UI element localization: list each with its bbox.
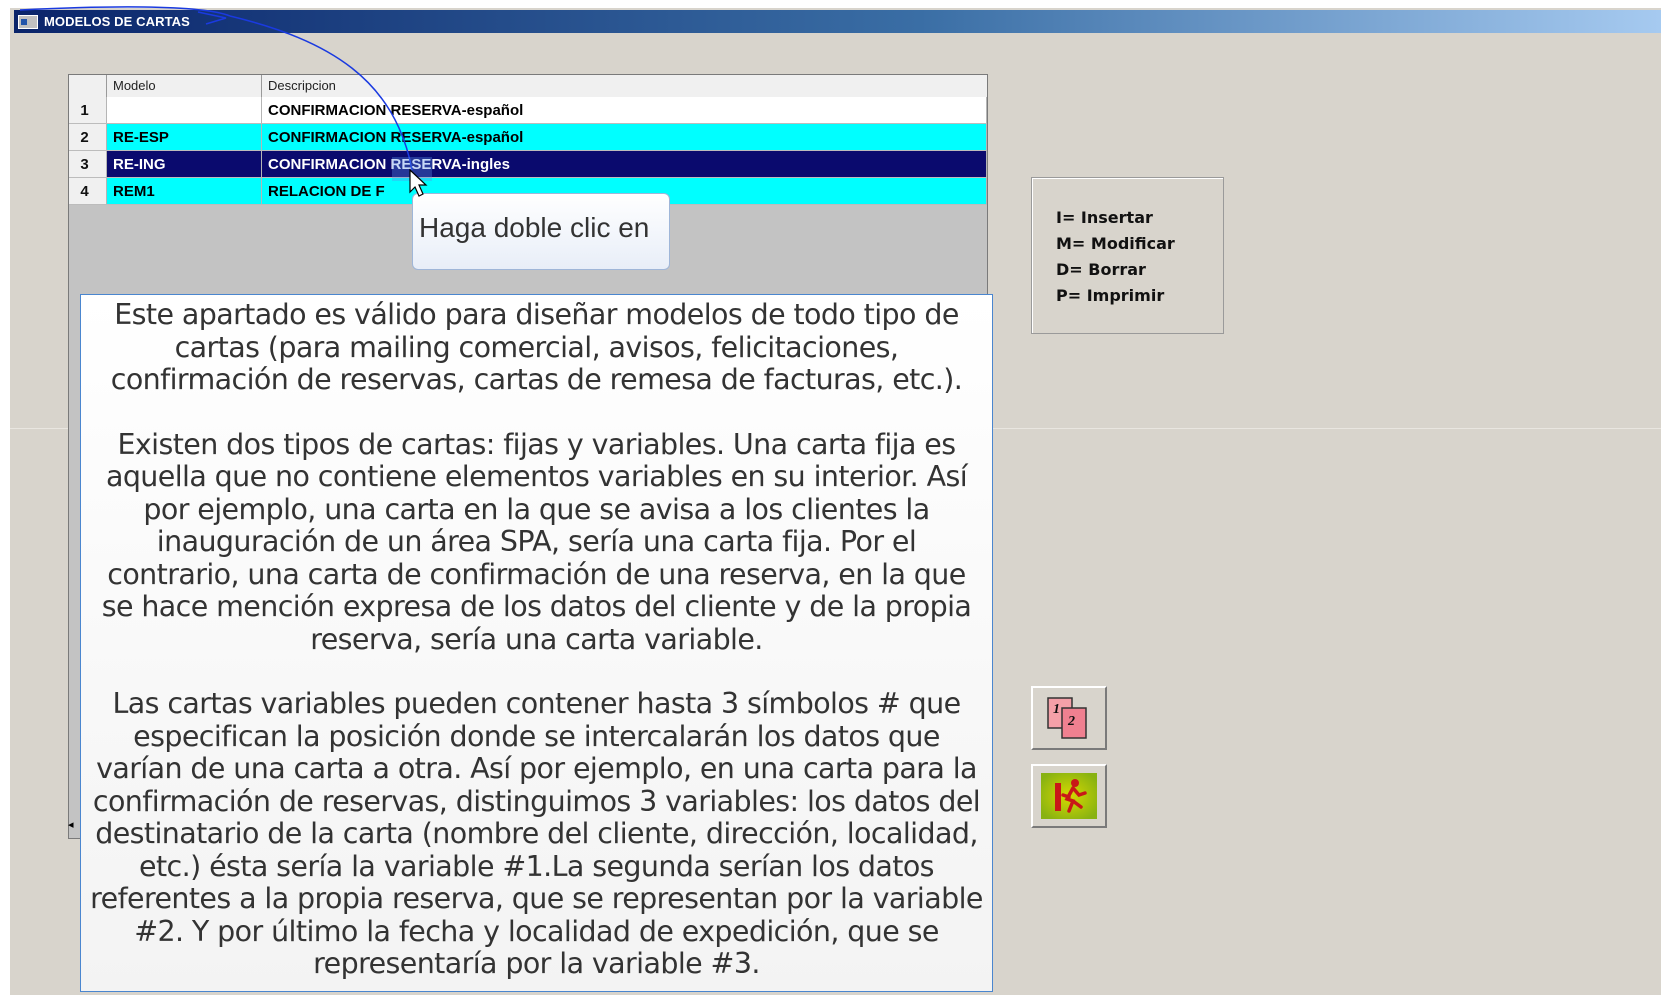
- cell-modelo[interactable]: RE-ESP: [107, 124, 262, 150]
- cell-descripcion[interactable]: CONFIRMACION RESERVA-ingles: [262, 151, 987, 177]
- column-header-descripcion[interactable]: Descripcion: [262, 75, 987, 97]
- legend-modify: M= Modificar: [1056, 234, 1175, 253]
- column-header-modelo[interactable]: Modelo: [107, 75, 262, 97]
- row-number: 2: [69, 124, 107, 150]
- table-row-selected[interactable]: 3 RE-ING CONFIRMACION RESERVA-ingles: [69, 151, 987, 178]
- pages-button[interactable]: 1 2: [1031, 686, 1107, 750]
- cell-modelo[interactable]: REM1: [107, 178, 262, 204]
- left-border: [0, 8, 10, 995]
- table-row[interactable]: 2 RE-ESP CONFIRMACION RESERVA-español: [69, 124, 987, 151]
- exit-door-running-icon: [1041, 773, 1097, 819]
- window-title: MODELOS DE CARTAS: [44, 14, 190, 29]
- title-bar[interactable]: MODELOS DE CARTAS: [14, 10, 1661, 33]
- row-number: 3: [69, 151, 107, 177]
- help-paragraph: Existen dos tipos de cartas: fijas y var…: [101, 427, 972, 656]
- tooltip: Haga doble clic en: [412, 193, 670, 270]
- grid-header: Modelo Descripcion: [69, 75, 987, 98]
- grid-corner[interactable]: [69, 75, 107, 97]
- page-label-2: 2: [1067, 714, 1075, 729]
- exit-button[interactable]: [1031, 764, 1107, 828]
- help-text-panel: Este apartado es válido para diseñar mod…: [80, 294, 993, 992]
- page-label-1: 1: [1053, 702, 1060, 717]
- cell-modelo[interactable]: RE-ING: [107, 151, 262, 177]
- cell-descripcion[interactable]: CONFIRMACION RESERVA-español: [262, 97, 987, 123]
- row-number: 4: [69, 178, 107, 204]
- legend-insert: I= Insertar: [1056, 208, 1153, 227]
- top-border: [0, 0, 1661, 8]
- help-paragraph: Las cartas variables pueden contener has…: [90, 687, 983, 980]
- table-row[interactable]: 1 CONFIRMACION RESERVA-español: [69, 97, 987, 124]
- pages-1-2-icon: 1 2: [1047, 697, 1087, 739]
- cell-modelo[interactable]: [107, 97, 262, 123]
- legend-delete: D= Borrar: [1056, 260, 1146, 279]
- row-number: 1: [69, 97, 107, 123]
- legend-print: P= Imprimir: [1056, 286, 1165, 305]
- cell-descripcion[interactable]: CONFIRMACION RESERVA-español: [262, 124, 987, 150]
- key-legend: I= Insertar M= Modificar D= Borrar P= Im…: [1031, 177, 1224, 334]
- help-paragraph: Este apartado es válido para diseñar mod…: [110, 298, 963, 396]
- window-app-icon: [18, 14, 38, 29]
